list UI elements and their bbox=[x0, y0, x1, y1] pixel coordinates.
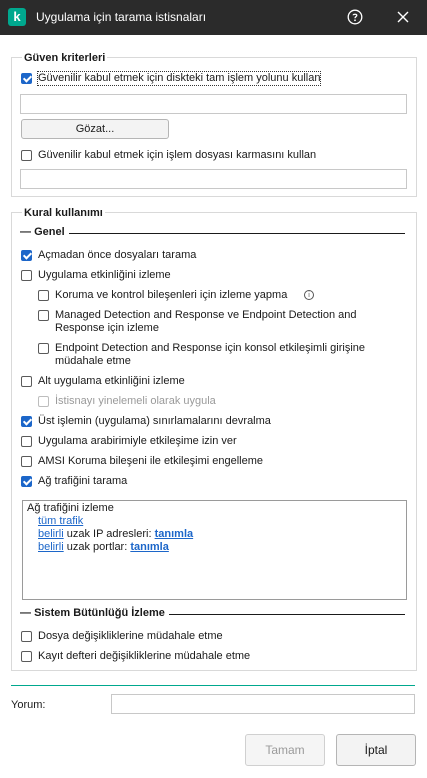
full-path-label[interactable]: Güvenilir kabul etmek için diskteki tam … bbox=[36, 71, 322, 86]
inherit-parent-checkbox[interactable] bbox=[21, 416, 32, 427]
remote-ports-text: uzak portlar: bbox=[66, 541, 128, 553]
mdr-edr-label[interactable]: Managed Detection and Response ve Endpoi… bbox=[55, 309, 385, 335]
help-icon[interactable] bbox=[347, 9, 363, 25]
remote-ip-text: uzak IP adresleri: bbox=[66, 528, 152, 540]
define-ip-link[interactable]: tanımla bbox=[155, 528, 194, 540]
remote-ip-row: belirli uzak IP adresleri: tanımla bbox=[38, 528, 193, 541]
registry-changes-checkbox[interactable] bbox=[21, 651, 32, 662]
close-icon[interactable] bbox=[396, 10, 410, 24]
process-path-field[interactable] bbox=[20, 94, 407, 114]
amsi-checkbox[interactable] bbox=[21, 456, 32, 467]
scan-before-open-checkbox[interactable] bbox=[21, 250, 32, 261]
specified-ip-link[interactable]: belirli bbox=[38, 528, 64, 540]
registry-changes-label[interactable]: Kayıt defteri değişikliklerine müdahale … bbox=[38, 650, 250, 663]
title-bar: k Uygulama için tarama istisnaları bbox=[0, 0, 427, 35]
full-path-checkbox[interactable] bbox=[21, 73, 32, 84]
browse-button[interactable]: Gözat... bbox=[21, 119, 169, 139]
all-traffic-link-text[interactable]: tüm trafik bbox=[38, 515, 83, 527]
rule-usage-title: Kural kullanımı bbox=[22, 207, 105, 219]
allow-interface-label[interactable]: Uygulama arabirimiyle etkileşime izin ve… bbox=[38, 435, 237, 448]
trust-criteria-title: Güven kriterleri bbox=[22, 52, 108, 64]
info-icon[interactable]: i bbox=[304, 290, 314, 300]
all-traffic-link[interactable]: tüm trafik bbox=[38, 515, 83, 528]
network-traffic-label[interactable]: Ağ trafiğini tarama bbox=[38, 475, 127, 488]
traffic-heading: Ağ trafiğini izleme bbox=[27, 502, 114, 514]
scan-before-open-label[interactable]: Açmadan önce dosyaları tarama bbox=[38, 249, 196, 262]
allow-interface-checkbox[interactable] bbox=[21, 436, 32, 447]
define-ports-link[interactable]: tanımla bbox=[130, 541, 169, 553]
process-hash-checkbox[interactable] bbox=[21, 150, 32, 161]
file-changes-label[interactable]: Dosya değişikliklerine müdahale etme bbox=[38, 630, 223, 643]
recursive-exclusion-checkbox[interactable] bbox=[38, 396, 49, 407]
inherit-parent-label[interactable]: Üst işlemin (uygulama) sınırlamalarını d… bbox=[38, 415, 271, 428]
integrity-heading: — Sistem Bütünlüğü İzleme bbox=[20, 607, 169, 619]
cancel-button[interactable]: İptal bbox=[336, 734, 416, 766]
amsi-label[interactable]: AMSI Koruma bileşeni ile etkileşimi enge… bbox=[38, 455, 263, 468]
child-app-activity-label[interactable]: Alt uygulama etkinliğini izleme bbox=[38, 375, 185, 388]
network-traffic-checkbox[interactable] bbox=[21, 476, 32, 487]
kaspersky-logo-icon: k bbox=[8, 8, 26, 26]
edr-console-checkbox[interactable] bbox=[38, 343, 49, 354]
file-changes-checkbox[interactable] bbox=[21, 631, 32, 642]
dialog-content: Güven kriterleri Güvenilir kabul etmek i… bbox=[0, 35, 427, 778]
footer-separator bbox=[11, 685, 415, 686]
general-divider bbox=[22, 233, 405, 234]
child-app-activity-checkbox[interactable] bbox=[21, 376, 32, 387]
protection-components-label[interactable]: Koruma ve kontrol bileşenleri için izlem… bbox=[55, 289, 287, 302]
monitor-app-activity-label[interactable]: Uygulama etkinliğini izleme bbox=[38, 269, 171, 282]
window-title: Uygulama için tarama istisnaları bbox=[36, 10, 207, 24]
general-heading: — Genel bbox=[20, 226, 69, 238]
recursive-exclusion-label: İstisnayı yinelemeli olarak uygula bbox=[55, 395, 216, 407]
edr-console-label[interactable]: Endpoint Detection and Response için kon… bbox=[55, 342, 395, 368]
mdr-edr-checkbox[interactable] bbox=[38, 310, 49, 321]
remote-ports-row: belirli uzak portlar: tanımla bbox=[38, 541, 169, 554]
monitor-app-activity-checkbox[interactable] bbox=[21, 270, 32, 281]
comment-label: Yorum: bbox=[11, 699, 46, 711]
protection-components-checkbox[interactable] bbox=[38, 290, 49, 301]
ok-button[interactable]: Tamam bbox=[245, 734, 325, 766]
specified-ports-link[interactable]: belirli bbox=[38, 541, 64, 553]
process-hash-label[interactable]: Güvenilir kabul etmek için işlem dosyası… bbox=[38, 149, 316, 162]
process-hash-field[interactable] bbox=[20, 169, 407, 189]
comment-field[interactable] bbox=[111, 694, 415, 714]
